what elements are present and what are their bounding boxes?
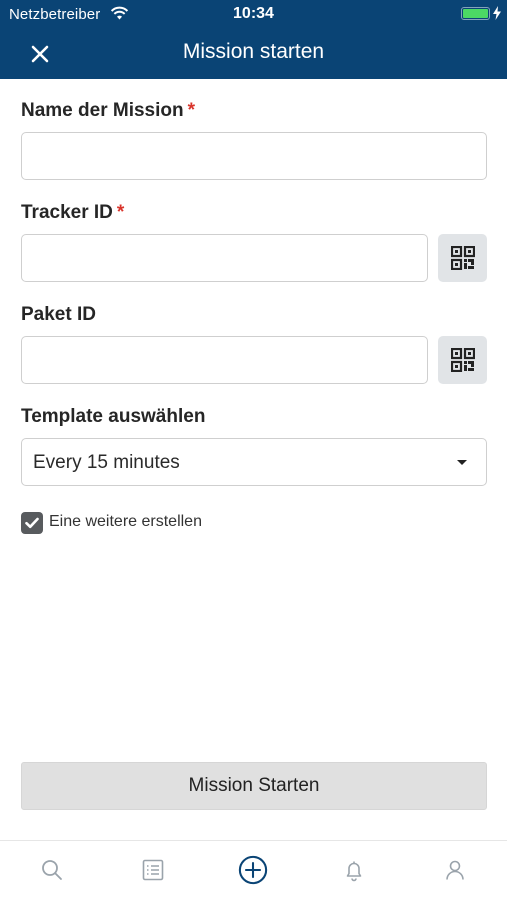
tracker-id-input[interactable] xyxy=(21,234,428,282)
start-mission-button[interactable]: Mission Starten xyxy=(21,762,487,810)
mission-name-input[interactable] xyxy=(21,132,487,180)
qr-code-icon xyxy=(450,348,475,372)
scan-package-button[interactable] xyxy=(438,336,487,384)
mission-name-label-text: Name der Mission xyxy=(21,100,184,121)
template-label-text: Template auswählen xyxy=(21,406,206,427)
create-another-checkbox[interactable] xyxy=(21,512,43,534)
tab-bar xyxy=(0,840,507,900)
status-bar: Netzbetreiber 10:34 xyxy=(0,0,507,28)
template-select[interactable]: Every 15 minutes xyxy=(21,438,487,486)
template-selected-value: Every 15 minutes xyxy=(33,452,180,473)
search-icon xyxy=(42,860,62,880)
checkmark-icon xyxy=(25,517,39,529)
app-header: Netzbetreiber 10:34 Mission starten xyxy=(0,0,507,79)
tracker-id-label: Tracker ID * xyxy=(21,202,124,224)
required-mark: * xyxy=(116,202,125,223)
template-label: Template auswählen xyxy=(21,406,205,428)
clock: 10:34 xyxy=(233,5,274,22)
charging-icon xyxy=(493,6,501,20)
create-another-label: Eine weitere erstellen xyxy=(49,513,202,530)
tab-notifications[interactable] xyxy=(339,855,369,885)
package-id-label: Paket ID xyxy=(21,304,96,326)
mission-name-label: Name der Mission * xyxy=(21,100,195,122)
add-circle-icon xyxy=(238,855,268,885)
navigation-bar: Mission starten xyxy=(0,28,507,79)
battery-icon xyxy=(461,7,490,20)
page-title: Mission starten xyxy=(182,40,325,63)
tracker-id-label-text: Tracker ID xyxy=(21,202,113,223)
bell-icon xyxy=(346,861,362,882)
list-icon xyxy=(142,859,164,881)
tab-create-mission[interactable] xyxy=(238,855,268,885)
tab-list[interactable] xyxy=(138,855,168,885)
tab-profile[interactable] xyxy=(440,855,470,885)
scan-tracker-button[interactable] xyxy=(438,234,487,282)
required-mark: * xyxy=(187,100,196,121)
qr-code-icon xyxy=(450,246,475,270)
user-icon xyxy=(446,860,464,880)
package-id-input[interactable] xyxy=(21,336,428,384)
tab-search[interactable] xyxy=(37,855,67,885)
chevron-down-icon xyxy=(457,460,467,465)
package-id-label-text: Paket ID xyxy=(21,304,96,325)
